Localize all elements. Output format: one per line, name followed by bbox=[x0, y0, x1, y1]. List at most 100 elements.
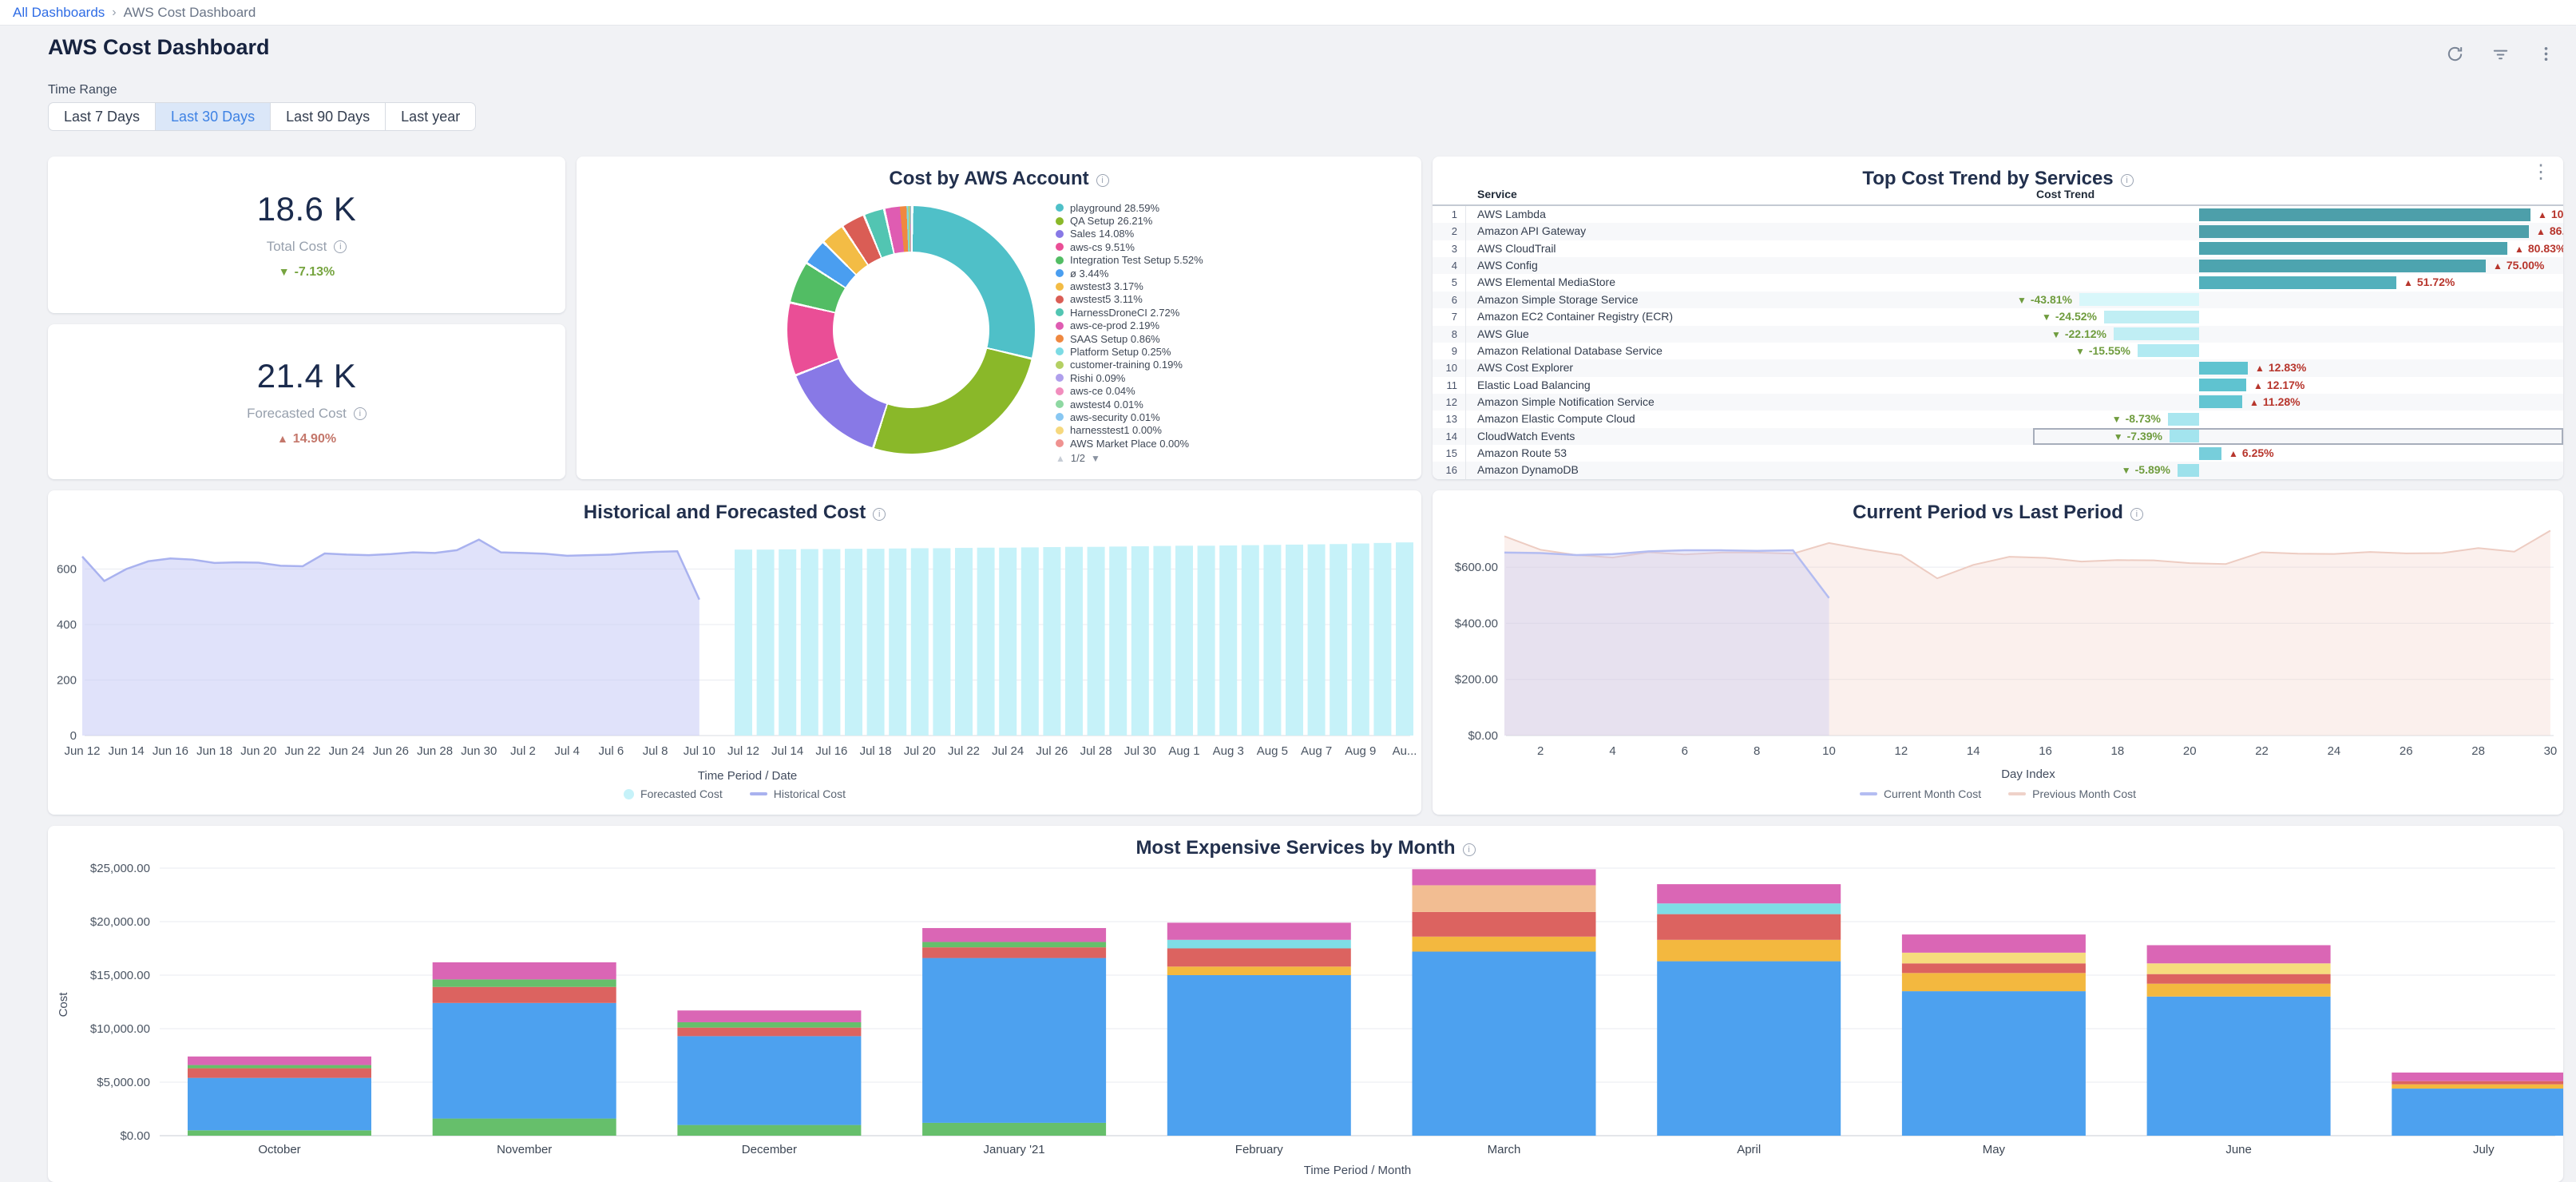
table-row[interactable]: 3AWS CloudTrail▲80.83% bbox=[1433, 240, 2563, 257]
legend-item[interactable]: Current Month Cost bbox=[1860, 787, 1981, 800]
table-row[interactable]: 15Amazon Route 53▲6.25% bbox=[1433, 445, 2563, 462]
forecasted-cost-label: Forecasted Cost bbox=[247, 406, 367, 422]
legend-item[interactable]: awstest3 3.17% bbox=[1056, 280, 1415, 292]
table-row[interactable]: 10AWS Cost Explorer▲12.83% bbox=[1433, 359, 2563, 376]
legend-label: AWS Market Place 0.00% bbox=[1070, 438, 1189, 450]
legend-item[interactable]: aws-cs 9.51% bbox=[1056, 240, 1415, 253]
table-row[interactable]: 13Amazon Elastic Compute Cloud▼-8.73% bbox=[1433, 411, 2563, 427]
svg-text:$10,000.00: $10,000.00 bbox=[90, 1022, 150, 1036]
legend-item[interactable]: Rishi 0.09% bbox=[1056, 371, 1415, 384]
table-row[interactable]: 4AWS Config▲75.00% bbox=[1433, 257, 2563, 274]
most-expensive-services-card: Most Expensive Services by Month $0.00$5… bbox=[48, 826, 2563, 1182]
legend-pager: ▲ 1/2 ▼ bbox=[1056, 452, 1100, 464]
info-icon[interactable] bbox=[1096, 174, 1109, 187]
legend-item[interactable]: ø 3.44% bbox=[1056, 267, 1415, 280]
time-range-option-last-90-days[interactable]: Last 90 Days bbox=[270, 102, 386, 131]
card-kebab-menu-icon[interactable]: ⋮ bbox=[2531, 163, 2550, 182]
svg-text:Jul 16: Jul 16 bbox=[815, 744, 847, 758]
donut-hole bbox=[833, 252, 989, 408]
time-range-option-last-year[interactable]: Last year bbox=[385, 102, 476, 131]
svg-text:Time Period / Date: Time Period / Date bbox=[698, 769, 798, 783]
breadcrumb-all-dashboards-link[interactable]: All Dashboards bbox=[13, 5, 105, 21]
legend-item[interactable]: awstest5 3.11% bbox=[1056, 293, 1415, 306]
legend-label: aws-cs 9.51% bbox=[1070, 241, 1135, 253]
table-row[interactable]: 12Amazon Simple Notification Service▲11.… bbox=[1433, 394, 2563, 411]
up-triangle-icon: ▲ bbox=[2493, 260, 2503, 272]
legend-item[interactable]: SAAS Setup 0.86% bbox=[1056, 332, 1415, 345]
legend-item[interactable]: aws-ce 0.04% bbox=[1056, 384, 1415, 397]
filter-icon[interactable] bbox=[2491, 45, 2510, 63]
legend-item[interactable]: playground 28.59% bbox=[1056, 201, 1415, 214]
time-range-option-last-30-days[interactable]: Last 30 Days bbox=[155, 102, 271, 131]
legend-page-down-icon[interactable]: ▼ bbox=[1091, 453, 1100, 464]
time-range-option-last-7-days[interactable]: Last 7 Days bbox=[48, 102, 156, 131]
total-cost-label: Total Cost bbox=[267, 239, 347, 255]
service-name: Elastic Load Balancing bbox=[1466, 377, 2033, 394]
legend-swatch-icon bbox=[1056, 426, 1064, 434]
table-row[interactable]: 6Amazon Simple Storage Service▼-43.81% bbox=[1433, 292, 2563, 308]
service-name: AWS Cost Explorer bbox=[1466, 359, 2033, 376]
cost-trend-cell: ▲80.83% bbox=[2033, 240, 2563, 257]
legend-swatch-icon bbox=[1056, 269, 1064, 277]
svg-text:$400.00: $400.00 bbox=[1455, 617, 1498, 630]
legend-page-up-icon[interactable]: ▲ bbox=[1056, 453, 1065, 464]
cost-trend-column-header[interactable]: Cost Trend bbox=[2033, 185, 2563, 204]
table-row[interactable]: 7Amazon EC2 Container Registry (ECR)▼-24… bbox=[1433, 308, 2563, 325]
legend-swatch-icon bbox=[2008, 792, 2026, 795]
legend-label: SAAS Setup 0.86% bbox=[1070, 333, 1160, 345]
info-icon[interactable] bbox=[354, 407, 367, 420]
table-row[interactable]: 5AWS Elemental MediaStore▲51.72% bbox=[1433, 274, 2563, 291]
legend-item[interactable]: HarnessDroneCI 2.72% bbox=[1056, 306, 1415, 319]
legend-swatch-icon bbox=[624, 789, 634, 799]
svg-text:Jun 18: Jun 18 bbox=[196, 744, 232, 758]
svg-text:Jun 12: Jun 12 bbox=[64, 744, 100, 758]
svg-text:Jul 20: Jul 20 bbox=[904, 744, 936, 758]
legend-swatch-icon bbox=[1056, 243, 1064, 251]
legend-item[interactable]: aws-security 0.01% bbox=[1056, 411, 1415, 423]
legend-item[interactable]: aws-ce-prod 2.19% bbox=[1056, 319, 1415, 332]
legend-item[interactable]: Previous Month Cost bbox=[2008, 787, 2136, 800]
svg-text:$0.00: $0.00 bbox=[1468, 729, 1498, 743]
refresh-icon[interactable] bbox=[2446, 45, 2464, 63]
legend-item[interactable]: Integration Test Setup 5.52% bbox=[1056, 254, 1415, 267]
table-row[interactable]: 11Elastic Load Balancing▲12.17% bbox=[1433, 377, 2563, 394]
up-triangle-icon: ▲ bbox=[2255, 363, 2265, 374]
legend-item[interactable]: Forecasted Cost bbox=[624, 787, 723, 800]
table-row[interactable]: 16Amazon DynamoDB▼-5.89% bbox=[1433, 462, 2563, 478]
trend-table-body: 1AWS Lambda▲100.00%2Amazon API Gateway▲8… bbox=[1433, 206, 2563, 479]
table-row[interactable]: 2Amazon API Gateway▲86.57% bbox=[1433, 223, 2563, 240]
service-column-header[interactable]: Service bbox=[1466, 185, 2033, 204]
legend-item[interactable]: awstest4 0.01% bbox=[1056, 398, 1415, 411]
legend-label: harnesstest1 0.00% bbox=[1070, 424, 1162, 436]
trend-value-label: ▲11.28% bbox=[2249, 394, 2301, 411]
svg-text:22: 22 bbox=[2255, 744, 2269, 758]
svg-text:Jul 18: Jul 18 bbox=[860, 744, 892, 758]
svg-text:6: 6 bbox=[1682, 744, 1688, 758]
legend-item[interactable]: Sales 14.08% bbox=[1056, 228, 1415, 240]
legend-item[interactable]: Historical Cost bbox=[750, 787, 846, 800]
svg-text:$0.00: $0.00 bbox=[120, 1129, 150, 1143]
trend-value-label: ▲6.25% bbox=[2229, 445, 2274, 462]
table-row[interactable]: 8AWS Glue▼-22.12% bbox=[1433, 326, 2563, 343]
kebab-menu-icon[interactable] bbox=[2537, 45, 2555, 63]
row-rank: 5 bbox=[1433, 274, 1466, 291]
legend-item[interactable]: QA Setup 26.21% bbox=[1056, 214, 1415, 227]
info-icon[interactable] bbox=[334, 240, 347, 253]
trend-bar bbox=[2199, 242, 2507, 255]
up-triangle-icon: ▲ bbox=[2404, 277, 2413, 288]
table-row[interactable]: 1AWS Lambda▲100.00% bbox=[1433, 206, 2563, 223]
legend-label: QA Setup 26.21% bbox=[1070, 215, 1152, 227]
trend-value-label: ▼-5.89% bbox=[2122, 462, 2170, 479]
up-triangle-icon: ▲ bbox=[2538, 209, 2547, 220]
table-row[interactable]: 14CloudWatch Events▼-7.39% bbox=[1433, 428, 2563, 445]
svg-text:Jun 24: Jun 24 bbox=[329, 744, 365, 758]
svg-text:600: 600 bbox=[57, 563, 77, 577]
svg-text:24: 24 bbox=[2328, 744, 2341, 758]
svg-text:$25,000.00: $25,000.00 bbox=[90, 862, 150, 875]
legend-item[interactable]: Platform Setup 0.25% bbox=[1056, 345, 1415, 358]
legend-item[interactable]: harnesstest1 0.00% bbox=[1056, 424, 1415, 437]
table-row[interactable]: 9Amazon Relational Database Service▼-15.… bbox=[1433, 343, 2563, 359]
legend-item[interactable]: AWS Market Place 0.00% bbox=[1056, 437, 1415, 450]
legend-item[interactable]: customer-training 0.19% bbox=[1056, 359, 1415, 371]
service-name: AWS Lambda bbox=[1466, 206, 2033, 223]
